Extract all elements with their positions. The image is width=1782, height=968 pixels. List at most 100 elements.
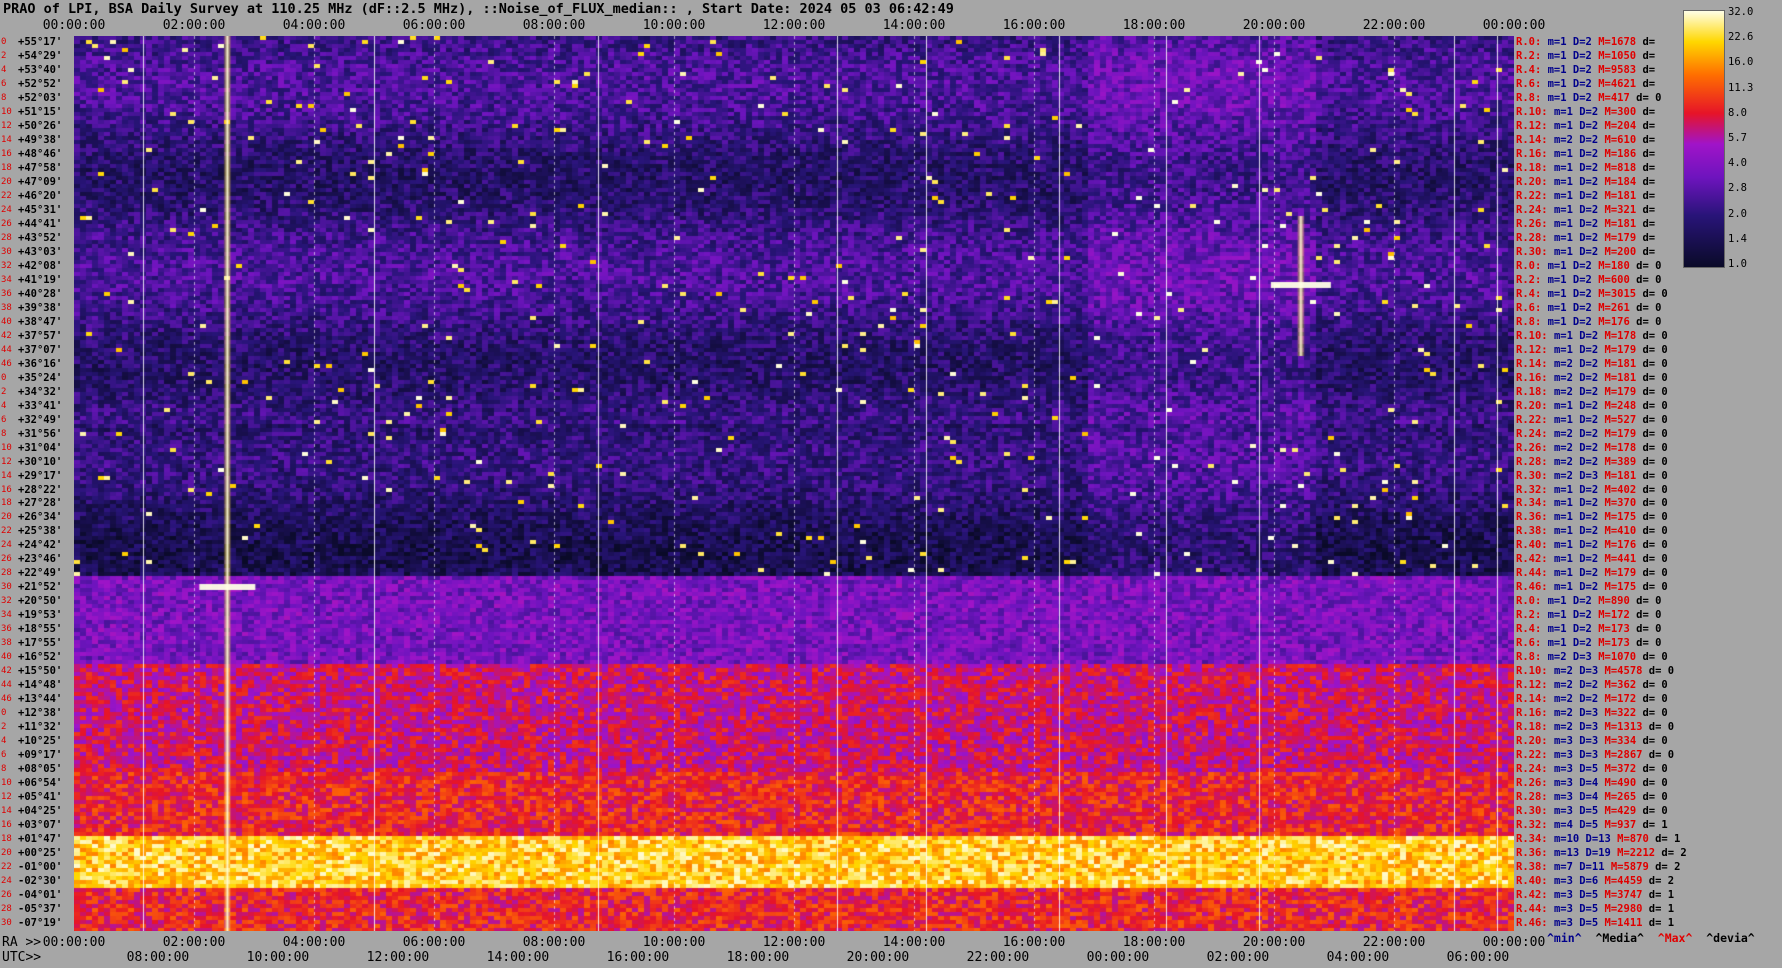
row-index: 18 — [1, 498, 12, 509]
stats-cell: m=1 — [1553, 497, 1580, 510]
stats-row: R.38: m=7 D=11 M=5879 d= 2 — [1516, 861, 1680, 873]
stats-cell: D=2 — [1572, 77, 1599, 90]
stats-cell: m=7 — [1553, 861, 1580, 874]
stats-cell: D=2 — [1579, 539, 1605, 552]
stats-cell: R.2: — [1516, 609, 1548, 622]
stats-cell: M=610 — [1604, 133, 1643, 146]
row-index: 14 — [1, 134, 12, 145]
stats-cell: R.30: — [1516, 245, 1554, 258]
stats-cell: d= — [1642, 36, 1656, 48]
declination-label: +17°55' — [18, 637, 63, 650]
stats-cell: D=2 — [1579, 343, 1605, 356]
stats-cell: R.20: — [1516, 735, 1554, 748]
stats-cell: R.34: — [1516, 833, 1554, 846]
stats-cell: d= — [1642, 189, 1656, 202]
declination-label: +47°09' — [18, 175, 63, 188]
declination-label: +52°52' — [18, 77, 63, 90]
top-tick-label: 12:00:00 — [762, 18, 826, 33]
stats-row: R.2: m=1 D=2 M=172 d= 0 — [1516, 609, 1661, 621]
stats-cell: R.18: — [1516, 721, 1554, 734]
stats-cell: M=181 — [1604, 357, 1643, 370]
row-index: 6 — [1, 414, 7, 425]
stats-cell: m=2 — [1553, 133, 1580, 146]
stats-cell: d= 0 — [1642, 483, 1668, 496]
stats-row: R.46: m=1 D=2 M=175 d= 0 — [1516, 581, 1668, 593]
row-index: 26 — [1, 554, 12, 565]
stats-cell: d= 0 — [1636, 637, 1662, 650]
heatmap-plot — [74, 36, 1514, 931]
colorbar-tick: 11.3 — [1728, 81, 1754, 94]
stats-legend-item: ^Max^ — [1657, 931, 1707, 945]
utc-tick-label: 18:00:00 — [726, 950, 790, 965]
stats-cell: m=1 — [1553, 511, 1580, 524]
declination-label: +21°52' — [18, 581, 63, 594]
stats-cell: R.32: — [1516, 483, 1554, 496]
declination-label: +14°48' — [18, 679, 63, 692]
stats-cell: R.26: — [1516, 777, 1554, 790]
declination-label: +24°42' — [18, 539, 63, 552]
stats-cell: R.2: — [1516, 273, 1548, 286]
stats-cell: R.24: — [1516, 427, 1554, 440]
declination-label: +05°41' — [18, 791, 63, 804]
stats-cell: D=2 — [1579, 553, 1605, 566]
stats-cell: D=2 — [1579, 133, 1605, 146]
stats-row: R.4: m=1 D=2 M=173 d= 0 — [1516, 623, 1661, 635]
stats-cell: d= 0 — [1642, 287, 1668, 300]
stats-row: R.4: m=1 D=2 M=3015 d= 0 — [1516, 288, 1668, 300]
stats-cell: d= 2 — [1648, 875, 1675, 888]
stats-cell: d= 0 — [1642, 399, 1668, 412]
stats-cell: R.30: — [1516, 805, 1554, 818]
stats-cell: d= 0 — [1642, 791, 1668, 804]
declination-label: +09°17' — [18, 749, 63, 762]
colorbar-tick: 2.0 — [1728, 207, 1747, 220]
row-index: 22 — [1, 526, 12, 537]
colorbar-tick: 4.0 — [1728, 157, 1747, 170]
stats-cell: d= 0 — [1642, 329, 1668, 342]
stats-cell: d= 0 — [1642, 679, 1668, 692]
top-tick-label: 10:00:00 — [642, 18, 706, 33]
row-index: 32 — [1, 596, 12, 607]
colorbar — [1683, 10, 1725, 268]
stats-cell: m=1 — [1553, 189, 1580, 202]
stats-cell: D=2 — [1572, 315, 1599, 328]
stats-cell: m=3 — [1553, 875, 1580, 888]
stats-cell: D=2 — [1579, 567, 1605, 580]
stats-cell: M=181 — [1604, 469, 1643, 482]
stats-cell: m=2 — [1553, 357, 1580, 370]
stats-cell: D=5 — [1579, 903, 1605, 916]
stats-cell: m=10 — [1553, 833, 1586, 846]
stats-cell: D=2 — [1579, 161, 1605, 174]
stats-cell: D=2 — [1579, 245, 1605, 258]
row-index: 0 — [1, 708, 7, 719]
stats-cell: D=2 — [1579, 119, 1605, 132]
stats-cell: D=2 — [1579, 147, 1605, 160]
stats-cell: m=1 — [1553, 399, 1580, 412]
stats-cell: D=2 — [1572, 273, 1599, 286]
top-tick-label: 02:00:00 — [162, 18, 226, 33]
stats-row: R.26: m=3 D=4 M=490 d= 0 — [1516, 777, 1668, 789]
stats-cell: m=1 — [1553, 231, 1580, 244]
stats-cell: m=3 — [1553, 805, 1580, 818]
declination-label: +42°08' — [18, 259, 63, 272]
utc-tick-label: 20:00:00 — [846, 950, 910, 965]
stats-cell: m=3 — [1553, 903, 1580, 916]
utc-tick-label: 10:00:00 — [246, 950, 310, 965]
stats-cell: d= 0 — [1636, 623, 1662, 636]
declination-label: +36°16' — [18, 357, 63, 370]
declination-label: +22°49' — [18, 567, 63, 580]
stats-cell: M=300 — [1604, 105, 1643, 118]
stats-cell: R.0: — [1516, 36, 1548, 48]
stats-row: R.0: m=1 D=2 M=180 d= 0 — [1516, 260, 1661, 272]
stats-cell: d= 0 — [1642, 441, 1668, 454]
stats-cell: m=1 — [1547, 301, 1573, 314]
declination-label: +54°29' — [18, 49, 63, 62]
stats-row: R.20: m=1 D=2 M=184 d= — [1516, 176, 1655, 188]
stats-cell: M=181 — [1604, 217, 1643, 230]
stats-cell: M=2867 — [1604, 749, 1649, 762]
stats-cell: d= — [1642, 63, 1656, 76]
stats-cell: M=362 — [1604, 679, 1643, 692]
stats-row: R.8: m=1 D=2 M=417 d= 0 — [1516, 92, 1661, 104]
declination-label: +10°25' — [18, 735, 63, 748]
stats-row: R.30: m=1 D=2 M=200 d= — [1516, 246, 1655, 258]
stats-row: R.8: m=2 D=3 M=1070 d= 0 — [1516, 651, 1668, 663]
